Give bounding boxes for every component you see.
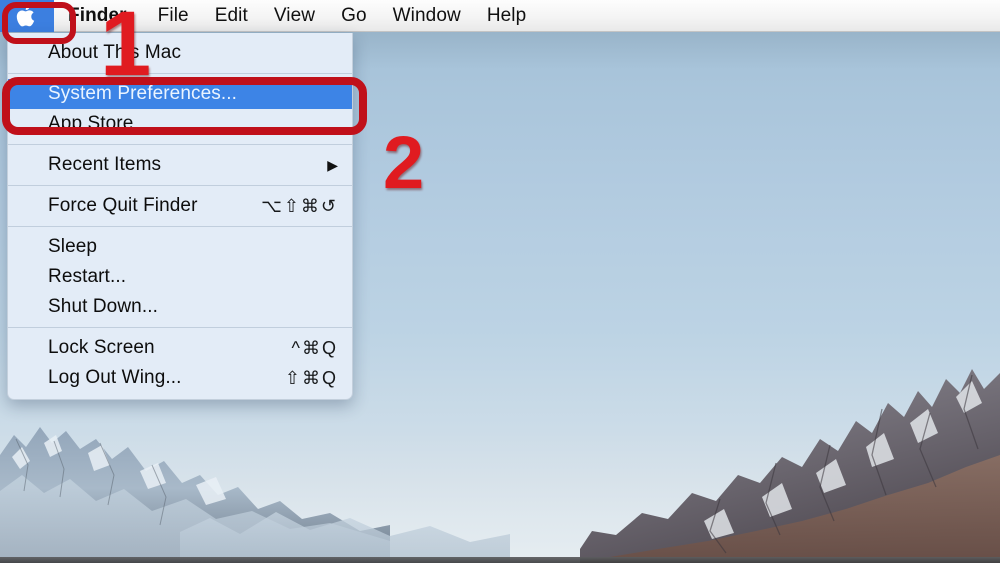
menu-separator xyxy=(8,327,352,328)
screen-bottom-edge xyxy=(0,557,1000,563)
apple-logo-icon xyxy=(16,4,35,26)
menu-bar-label: Go xyxy=(341,4,367,26)
menu-item-restart[interactable]: Restart... xyxy=(8,262,352,292)
menu-item-label: About This Mac xyxy=(48,42,182,63)
menu-item-force-quit-finder[interactable]: Force Quit Finder ⌥⇧⌘↺ xyxy=(8,191,352,221)
menu-item-label: App Store xyxy=(48,113,134,134)
menu-separator xyxy=(8,73,352,74)
submenu-arrow-icon: ▶ xyxy=(327,156,338,173)
menu-item-label: Log Out Wing... xyxy=(48,367,182,388)
menu-item-shut-down[interactable]: Shut Down... xyxy=(8,292,352,322)
menu-item-shortcut: ⌥⇧⌘↺ xyxy=(261,195,338,216)
menu-item-label: Lock Screen xyxy=(48,337,155,358)
menu-item-shortcut: ^⌘Q xyxy=(291,337,338,358)
menu-bar-item-file[interactable]: File xyxy=(145,0,202,32)
apple-menu-button[interactable] xyxy=(0,0,54,32)
menu-separator xyxy=(8,185,352,186)
menu-item-app-store[interactable]: App Store xyxy=(8,109,352,139)
menu-item-label: Sleep xyxy=(48,236,98,257)
menu-bar-item-view[interactable]: View xyxy=(261,0,328,32)
menu-bar-item-edit[interactable]: Edit xyxy=(202,0,261,32)
mountain-right-decoration xyxy=(580,369,1000,563)
menu-bar-item-help[interactable]: Help xyxy=(474,0,539,32)
menu-item-label: Restart... xyxy=(48,266,127,287)
menu-item-sleep[interactable]: Sleep xyxy=(8,232,352,262)
menu-bar-item-window[interactable]: Window xyxy=(380,0,474,32)
menu-bar-label: Edit xyxy=(214,4,248,26)
menu-item-system-preferences[interactable]: System Preferences... xyxy=(8,79,352,109)
mountain-middle-decoration xyxy=(180,512,510,563)
menu-bar-label: Help xyxy=(486,4,527,26)
menu-separator xyxy=(8,144,352,145)
menu-separator xyxy=(8,226,352,227)
menu-item-label: System Preferences... xyxy=(48,83,238,104)
menu-item-shortcut: ⇧⌘Q xyxy=(284,367,338,388)
menu-item-recent-items[interactable]: Recent Items ▶ xyxy=(8,150,352,180)
menu-item-label: Shut Down... xyxy=(48,296,158,317)
menu-item-lock-screen[interactable]: Lock Screen ^⌘Q xyxy=(8,333,352,363)
menu-bar-item-go[interactable]: Go xyxy=(328,0,380,32)
menu-bar: Finder File Edit View Go Window Help xyxy=(0,0,1000,32)
menu-item-label: Force Quit Finder xyxy=(48,195,198,216)
menu-item-log-out[interactable]: Log Out Wing... ⇧⌘Q xyxy=(8,363,352,393)
menu-bar-label: File xyxy=(157,4,189,26)
menu-item-label: Recent Items xyxy=(48,154,162,175)
menu-bar-label: Finder xyxy=(68,4,127,26)
menu-item-about-this-mac[interactable]: About This Mac xyxy=(8,38,352,68)
menu-bar-label: View xyxy=(273,4,316,26)
menu-bar-label: Window xyxy=(392,4,461,26)
apple-dropdown-menu: About This Mac System Preferences... App… xyxy=(7,33,353,400)
menu-bar-item-finder[interactable]: Finder xyxy=(54,0,145,32)
